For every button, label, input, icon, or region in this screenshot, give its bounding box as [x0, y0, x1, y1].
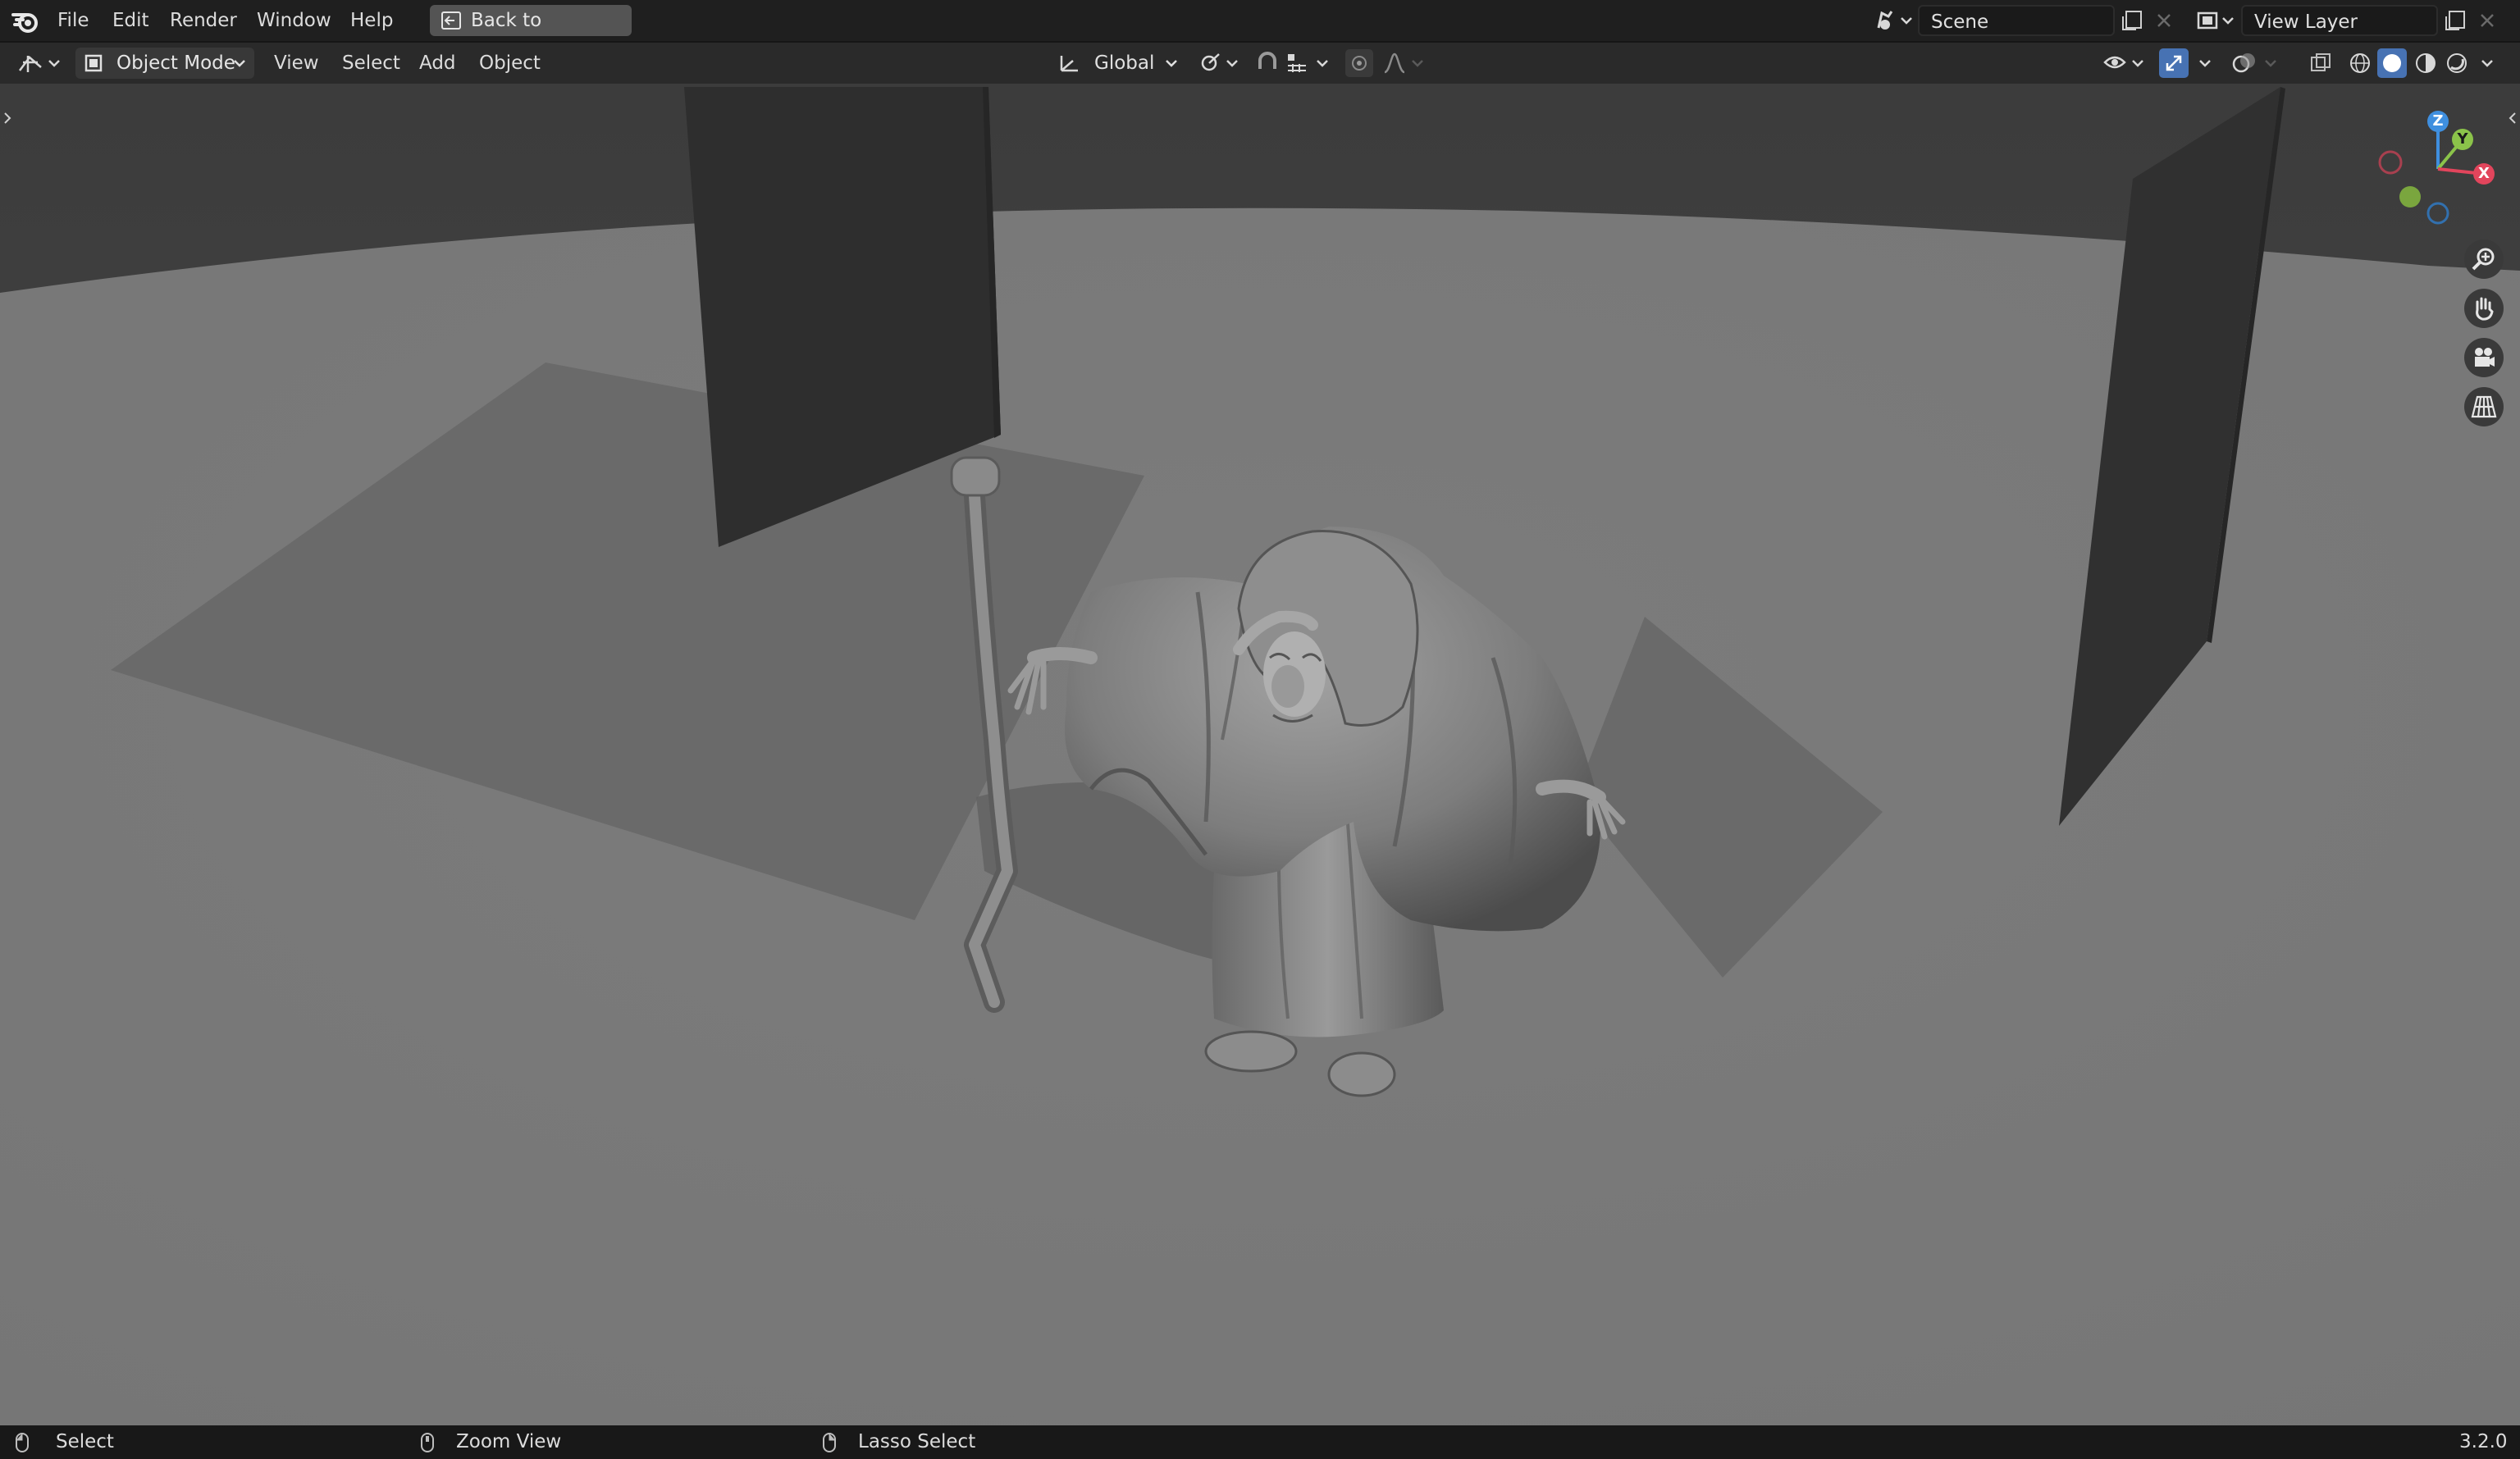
chevron-down-icon	[1166, 60, 1177, 67]
pan-hand-icon	[2476, 297, 2494, 321]
zoom-button[interactable]	[2464, 239, 2504, 279]
gizmo-icon	[2166, 55, 2182, 71]
chevron-down-icon	[234, 60, 245, 67]
view-layer-field[interactable]: View Layer	[2241, 5, 2438, 36]
camera-view-button[interactable]	[2464, 338, 2504, 377]
menu-view[interactable]: View	[274, 43, 319, 84]
status-lasso-label: Lasso Select	[858, 1431, 976, 1452]
chevron-down-icon[interactable]	[2481, 58, 2494, 68]
falloff-curve-icon[interactable]	[1381, 51, 1427, 75]
mouse-right-icon	[823, 1433, 836, 1452]
object-mode-icon	[84, 54, 103, 72]
camera-icon	[2475, 348, 2495, 367]
toolbar-expand-icon[interactable]	[2, 110, 15, 126]
zoom-icon	[2472, 248, 2495, 271]
new-view-layer-icon[interactable]	[2445, 10, 2468, 31]
material-shading-icon[interactable]	[2413, 51, 2438, 75]
menu-add[interactable]: Add	[419, 43, 456, 84]
xray-icon[interactable]	[2308, 51, 2333, 75]
rendered-shading-icon[interactable]	[2445, 51, 2469, 75]
pan-button[interactable]	[2464, 289, 2504, 328]
status-select-label: Select	[56, 1431, 114, 1452]
scene-name-field[interactable]: Scene	[1918, 5, 2115, 36]
sidebar-expand-icon[interactable]	[2505, 110, 2518, 126]
menu-window[interactable]: Window	[257, 0, 331, 41]
version-label: 3.2.0	[2459, 1431, 2508, 1452]
axis-y-handle[interactable]: Y	[2452, 129, 2473, 150]
menu-file[interactable]: File	[57, 0, 89, 41]
blender-logo-icon[interactable]	[11, 8, 39, 33]
overlays-icon[interactable]	[2231, 51, 2280, 75]
snap-magnet-icon[interactable]	[1255, 51, 1280, 75]
solid-shading-button[interactable]	[2377, 48, 2407, 78]
editor-type-icon[interactable]	[16, 51, 64, 75]
object-mode-dropdown[interactable]: Object Mode	[75, 48, 254, 79]
solid-shading-icon	[2383, 54, 2401, 72]
snap-increment-icon[interactable]	[1285, 51, 1334, 75]
axis-x-handle[interactable]: X	[2473, 163, 2495, 185]
object-mode-label: Object Mode	[116, 52, 235, 74]
orientation-icon	[1060, 56, 1078, 72]
back-arrow-icon	[441, 11, 461, 30]
menu-select[interactable]: Select	[342, 43, 400, 84]
3d-viewport[interactable]: Z Y X	[0, 84, 2520, 1425]
top-bar: File Edit Render Window Help Back to Pre…	[0, 0, 2520, 62]
orientation-label: Global	[1094, 52, 1155, 74]
mouse-left-icon	[16, 1433, 29, 1452]
proportional-edit-icon	[1352, 56, 1367, 71]
menu-help[interactable]: Help	[350, 0, 393, 41]
wireframe-shading-icon[interactable]	[2348, 51, 2372, 75]
new-scene-icon[interactable]	[2121, 10, 2144, 31]
close-view-layer-icon[interactable]	[2479, 12, 2495, 29]
menu-object[interactable]: Object	[479, 43, 541, 84]
proportional-edit-toggle[interactable]	[1345, 49, 1373, 77]
menu-edit[interactable]: Edit	[112, 0, 149, 41]
viewport-header: Object Mode View Select Add Object Globa…	[0, 43, 2520, 84]
gizmo-toggle[interactable]	[2159, 48, 2189, 78]
status-zoom-label: Zoom View	[456, 1431, 562, 1452]
visibility-eye-icon[interactable]	[2102, 51, 2148, 75]
chevron-down-icon[interactable]	[2198, 58, 2212, 68]
transform-orientation-dropdown[interactable]: Global	[1055, 48, 1183, 79]
close-scene-icon[interactable]	[2156, 12, 2172, 29]
mouse-middle-icon	[421, 1433, 434, 1452]
perspective-toggle-button[interactable]	[2464, 387, 2504, 426]
scene-icon[interactable]	[1874, 8, 1915, 33]
axis-z-handle[interactable]: Z	[2427, 111, 2449, 132]
scene-render	[0, 84, 2520, 1425]
back-to-previous-button[interactable]: Back to Previous	[430, 5, 632, 62]
menu-render[interactable]: Render	[170, 0, 237, 41]
view-layer-icon[interactable]	[2195, 8, 2236, 33]
status-bar: Select Zoom View Lasso Select 3.2.0	[0, 1425, 2520, 1459]
navigation-gizmo[interactable]: Z Y X	[2366, 103, 2505, 243]
pivot-point-icon[interactable]	[1198, 51, 1242, 75]
grid-icon	[2471, 395, 2497, 418]
